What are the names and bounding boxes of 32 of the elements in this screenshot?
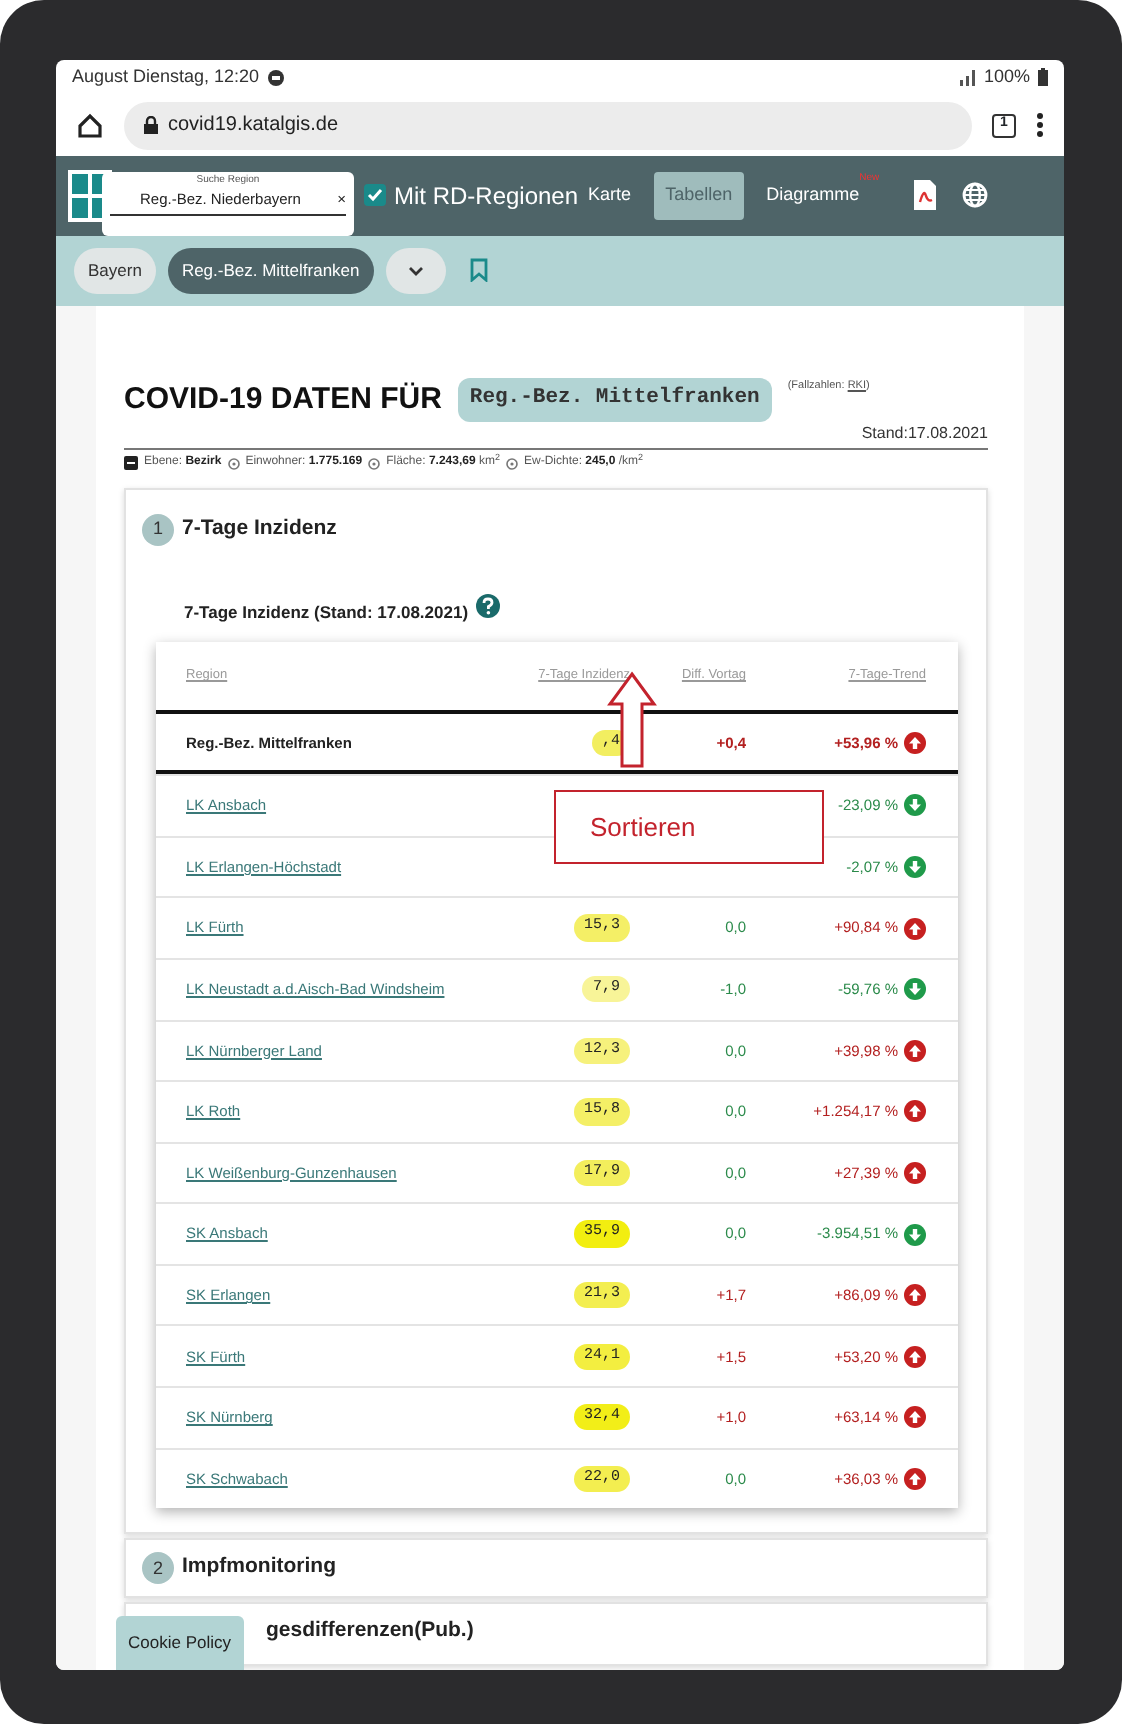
page-title: COVID-19 DATEN FÜR bbox=[124, 379, 442, 420]
section-number: 2 bbox=[142, 1552, 174, 1585]
date-label: Stand:17.08.2021 bbox=[124, 422, 988, 451]
menu-icon[interactable] bbox=[1036, 112, 1044, 139]
section-title[interactable]: Impfmonitoring bbox=[182, 1552, 336, 1585]
breadcrumb-chip[interactable]: Bayern bbox=[74, 247, 156, 294]
globe-icon[interactable] bbox=[961, 182, 988, 209]
breadcrumb-chip[interactable]: Reg.-Bez. Mittelfranken bbox=[167, 247, 374, 294]
table-caption: 7-Tage Inzidenz (Stand: 17.08.2021) bbox=[184, 599, 469, 625]
checkbox[interactable] bbox=[364, 184, 386, 207]
notification-icon bbox=[267, 69, 284, 86]
chevron-down-icon bbox=[407, 265, 424, 278]
section-title[interactable]: 7-Tage Inzidenz bbox=[182, 514, 337, 546]
battery-level: 100% bbox=[983, 63, 1030, 90]
collapse-icon[interactable] bbox=[124, 456, 138, 471]
section-number: 1 bbox=[142, 514, 174, 547]
cookie-policy-button[interactable]: Cookie Policy bbox=[116, 1616, 243, 1670]
address-bar[interactable]: covid19.katalgis.de bbox=[124, 101, 972, 150]
section-title[interactable]: gesdifferenzen(Pub.) bbox=[266, 1616, 474, 1648]
status-time: August Dienstag, 12:20 bbox=[72, 63, 260, 90]
pdf-icon[interactable] bbox=[913, 180, 936, 211]
nav-tab[interactable]: Karte bbox=[588, 172, 644, 220]
checkbox-label: Mit RD-Regionen bbox=[394, 179, 579, 214]
lock-icon bbox=[144, 116, 158, 135]
region-label: Reg.-Bez. Mittelfranken bbox=[457, 378, 772, 422]
battery-icon bbox=[1038, 68, 1048, 87]
annotation-label: Sortieren bbox=[554, 790, 824, 865]
home-icon[interactable] bbox=[76, 111, 104, 140]
help-icon[interactable] bbox=[476, 594, 501, 619]
bookmark-icon[interactable] bbox=[469, 258, 488, 283]
signal-icon bbox=[957, 69, 976, 86]
nav-tab[interactable]: Tabellen bbox=[653, 172, 745, 220]
